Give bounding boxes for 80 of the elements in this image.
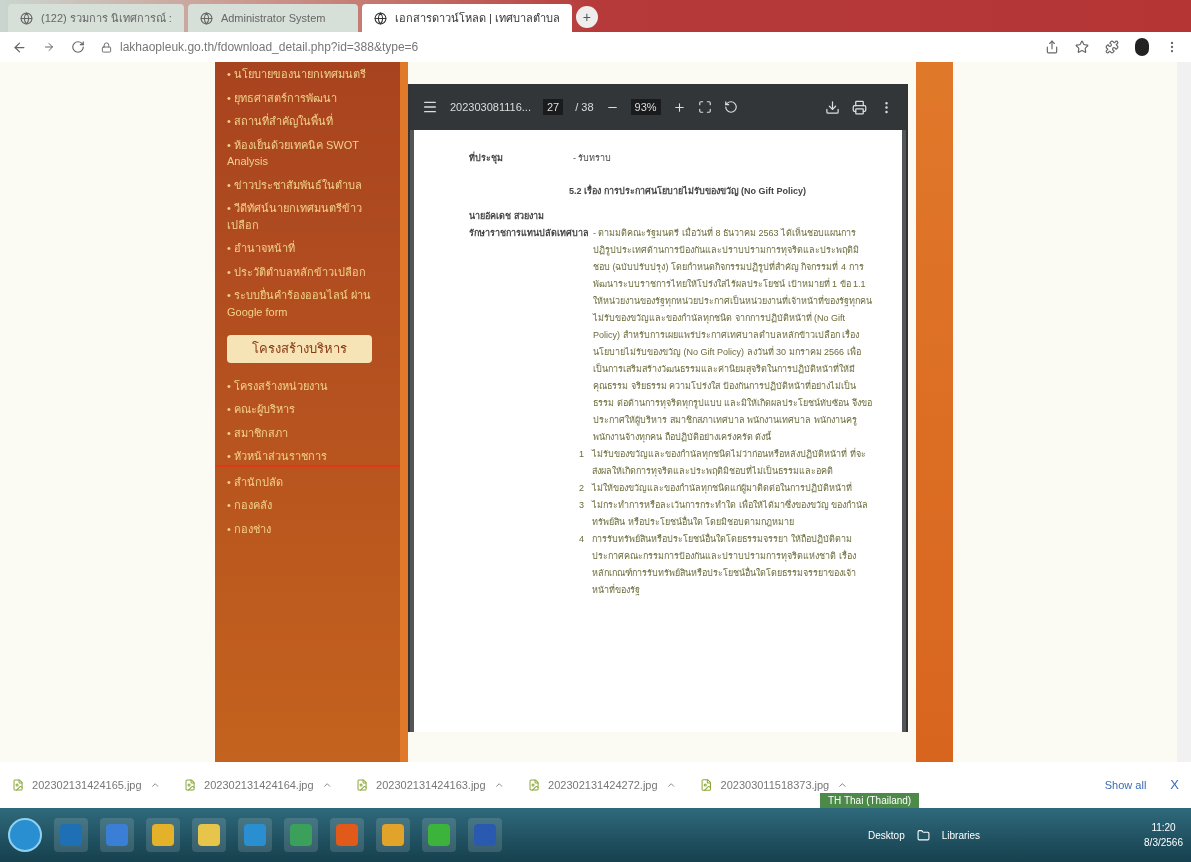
taskbar-app-icon[interactable] bbox=[192, 818, 226, 852]
taskbar-app-icon[interactable] bbox=[284, 818, 318, 852]
point-number: 3 bbox=[579, 499, 584, 512]
file-icon bbox=[356, 778, 369, 792]
point-number: 4 bbox=[579, 533, 584, 546]
sidebar-link[interactable]: • คณะผู้บริหาร bbox=[215, 401, 400, 418]
taskbar-app-icon[interactable] bbox=[376, 818, 410, 852]
language-popup: TH Thai (Thailand) bbox=[820, 793, 920, 808]
sidebar-link[interactable]: • กองคลัง bbox=[215, 497, 400, 514]
desktop-toolbar[interactable]: Desktop bbox=[868, 827, 905, 843]
sidebar-link[interactable]: • สมาชิกสภา bbox=[215, 424, 400, 441]
meeting-value: - รับทราบ bbox=[573, 152, 612, 165]
point-text: ไม่ให้ของขวัญและของกำนัลทุกชนิดแก่ผู้มาติดต่อในการปฏิบัติหน้าที่ bbox=[592, 481, 852, 496]
sidebar-link[interactable]: • ระบบยื่นคำร้องออนไลน์ ผ่าน Google form bbox=[227, 287, 388, 320]
new-tab-button[interactable]: + bbox=[575, 6, 598, 28]
reload-icon[interactable] bbox=[71, 40, 85, 54]
point-text: การรับทรัพย์สินหรือประโยชน์อื่นใดโดยธรรมจรรยา ให้ถือปฏิบัติตามประกาศคณะกรรมการป้องกันและปราบปรามการทุจริตแห่งชาติ เรื่อง หลักเกณฑ์การรับทรัพย์สินหรือประโยชน์อื่นใดโดยธรรมจรรยาของเจ้าหน้าที่ของรัฐ bbox=[592, 532, 857, 598]
download-item[interactable]: 202302131424165.jpg bbox=[32, 776, 142, 794]
sidebar-link[interactable]: • ห้องเย็นด้วยเทคนิค SWOT Analysis bbox=[227, 136, 388, 170]
page-field[interactable]: 27 bbox=[542, 98, 564, 116]
sidebar-link[interactable]: • กองช่าง bbox=[215, 520, 400, 537]
taskbar-app-icon[interactable] bbox=[146, 818, 180, 852]
start-icon[interactable] bbox=[8, 818, 42, 852]
section-heading: 5.2 เรื่อง การประกาศนโยบายไม่รับของขวัญ (No Gift Policy) bbox=[569, 183, 807, 199]
sidebar-link[interactable]: • โครงสร้างหน่วยงาน bbox=[215, 377, 400, 394]
sidebar-link[interactable]: • ข่าวประชาสัมพันธ์ในตำบล bbox=[227, 176, 388, 193]
file-icon bbox=[12, 778, 25, 792]
sidebar-link[interactable]: • วีดีทัศน์นายกเทศมนตรีข้าวเปลือก bbox=[227, 200, 388, 233]
section-button[interactable]: โครงสร้างบริหาร bbox=[227, 335, 372, 363]
download-item[interactable]: 202302131424272.jpg bbox=[548, 776, 658, 794]
download-item[interactable]: 202302131424164.jpg bbox=[204, 776, 314, 794]
file-icon bbox=[528, 778, 541, 792]
page-count: / 38 bbox=[575, 99, 594, 115]
sidebar-link[interactable]: • นโยบายของนายกเทศมนตรี bbox=[227, 66, 388, 83]
speaker-name: นายอัคเดช สวยงาม bbox=[469, 210, 545, 223]
forward-icon[interactable] bbox=[43, 41, 55, 53]
menu-icon[interactable] bbox=[422, 99, 438, 115]
body-paragraph: - ตามมติคณะรัฐมนตรี เมื่อวันที่ 8 ธันวาคม 2563 ได้เห็นชอบแผนการปฏิรูปประเทศด้านการป้องกันและปราบปรามการทุจริตและประพฤติมิชอบ (ฉบับปรับปรุง) โดยกำหนดกิจกรรมปฏิรูปที่สำคัญ กิจกรรมที่ 4 การพัฒนาระบบราชการไทยให้โปร่งใสไร้ผลประโยชน์ เป้าหมายที่ 1 ข้อ 1.1 ให้หน่วยงานของรัฐทุกหน่วยประกาศเป็นหน่วยงานที่เจ้าหน้าที่ของรัฐทุกคนไม่รับของขวัญและของกำนัลทุกชนิด จากการปฏิบัติหน้าที่ (No Gift Policy) สำหรับการเผยแพร่ประกาศเทศบาลตำบลหลักข้าวเปลือก เรื่อง นโยบายไม่รับของขวัญ (No Gift Policy) ลงวันที่ 30 มกราคม 2566 เพื่อเป็นการเสริมสร้างวัฒนธรรมและค่านิยมสุจริตในการปฏิบัติหน้าที่ให้มีคุณธรรม จริยธรรม ความโปร่งใส ป้องกันการปฏิบัติหน้าที่อย่างไม่เป็นธรรม ต่อต้านการทุจริตทุกรูปแบบ และมิให้เกิดผลประโยชน์ทับซ้อน จึงขอประกาศให้ผู้บริหาร สมาชิกสภาเทศบาล พนักงานเทศบาล พนักงานครู พนักงานจ้างทุกคน ถือปฏิบัติอย่างเคร่งครัด ดังนี้ bbox=[593, 226, 872, 445]
browser-tab[interactable]: Administrator System bbox=[187, 4, 358, 32]
address-field[interactable]: lakhaopleuk.go.th/fdownload_detail.php?id=388&type=6 bbox=[120, 38, 419, 56]
sidebar-link[interactable]: • ประวัติตำบลหลักข้าวเปลือก bbox=[227, 263, 388, 280]
taskbar-app-icon[interactable] bbox=[422, 818, 456, 852]
libraries-toolbar[interactable]: Libraries bbox=[941, 827, 981, 843]
back-icon[interactable] bbox=[12, 39, 27, 55]
point-number: 2 bbox=[579, 482, 584, 495]
clock-date[interactable]: 8/3/2566 bbox=[1144, 835, 1183, 850]
globe-icon bbox=[199, 11, 213, 25]
sidebar-link[interactable]: • อำนาจหน้าที่ bbox=[227, 240, 388, 257]
download-icon[interactable] bbox=[825, 99, 840, 115]
download-item[interactable]: 202302131424163.jpg bbox=[376, 776, 486, 794]
print-icon[interactable] bbox=[852, 99, 867, 115]
sidebar-link[interactable]: • สถานที่สำคัญในพื้นที่ bbox=[227, 113, 388, 130]
rotate-icon[interactable] bbox=[723, 100, 738, 114]
globe-icon bbox=[373, 11, 387, 25]
download-item[interactable]: 202303011518373.jpg bbox=[720, 776, 830, 794]
profile-icon[interactable] bbox=[1135, 38, 1149, 56]
sidebar-link[interactable]: • สำนักปลัด bbox=[215, 473, 400, 490]
lock-icon bbox=[101, 41, 112, 53]
clock-time[interactable]: 11:20 bbox=[1151, 820, 1176, 835]
file-name: 202303081116... bbox=[450, 99, 531, 115]
point-text: ไม่กระทำการหรือละเว้นการกระทำใด เพื่อให้ได้มาซึ่งของขวัญ ของกำนัล ทรัพย์สิน หรือประโยชน์อื่นใด โดยมิชอบตามกฎหมาย bbox=[592, 498, 870, 529]
zoom-in-icon[interactable] bbox=[672, 100, 686, 114]
file-icon bbox=[184, 778, 197, 792]
extensions-icon[interactable] bbox=[1105, 40, 1119, 54]
show-all-link[interactable]: Show all bbox=[1104, 776, 1147, 794]
browser-tab[interactable]: เอกสารดาวน์โหลด | เทศบาลตำบล bbox=[361, 4, 572, 32]
file-icon bbox=[700, 778, 713, 792]
point-text: ไม่รับของขวัญและของกำนัลทุกชนิดไม่ว่าก่อนหรือหลังปฏิบัติหน้าที่ ที่จะส่งผลให้เกิดการทุจริตและประพฤติมิชอบที่ไม่เป็นธรรมและอคติ bbox=[592, 447, 867, 479]
zoom-field[interactable]: 93% bbox=[630, 98, 661, 116]
folder-icon bbox=[916, 828, 930, 842]
share-icon[interactable] bbox=[1045, 40, 1059, 54]
browser-tab[interactable]: (122) รวมการ นิเทศการณ์ : bbox=[8, 4, 184, 32]
speaker-role: รักษาราชการแทนปลัดเทศบาล bbox=[469, 227, 589, 240]
sidebar-link[interactable]: • ยุทธศาสตร์การพัฒนา bbox=[227, 89, 388, 106]
bookmark-star-icon[interactable] bbox=[1075, 40, 1089, 54]
meeting-label: ที่ประชุม bbox=[469, 150, 503, 166]
point-number: 1 bbox=[579, 448, 584, 461]
fit-page-icon[interactable] bbox=[697, 100, 712, 114]
close-button[interactable]: X bbox=[1170, 775, 1179, 795]
globe-icon bbox=[20, 11, 33, 25]
